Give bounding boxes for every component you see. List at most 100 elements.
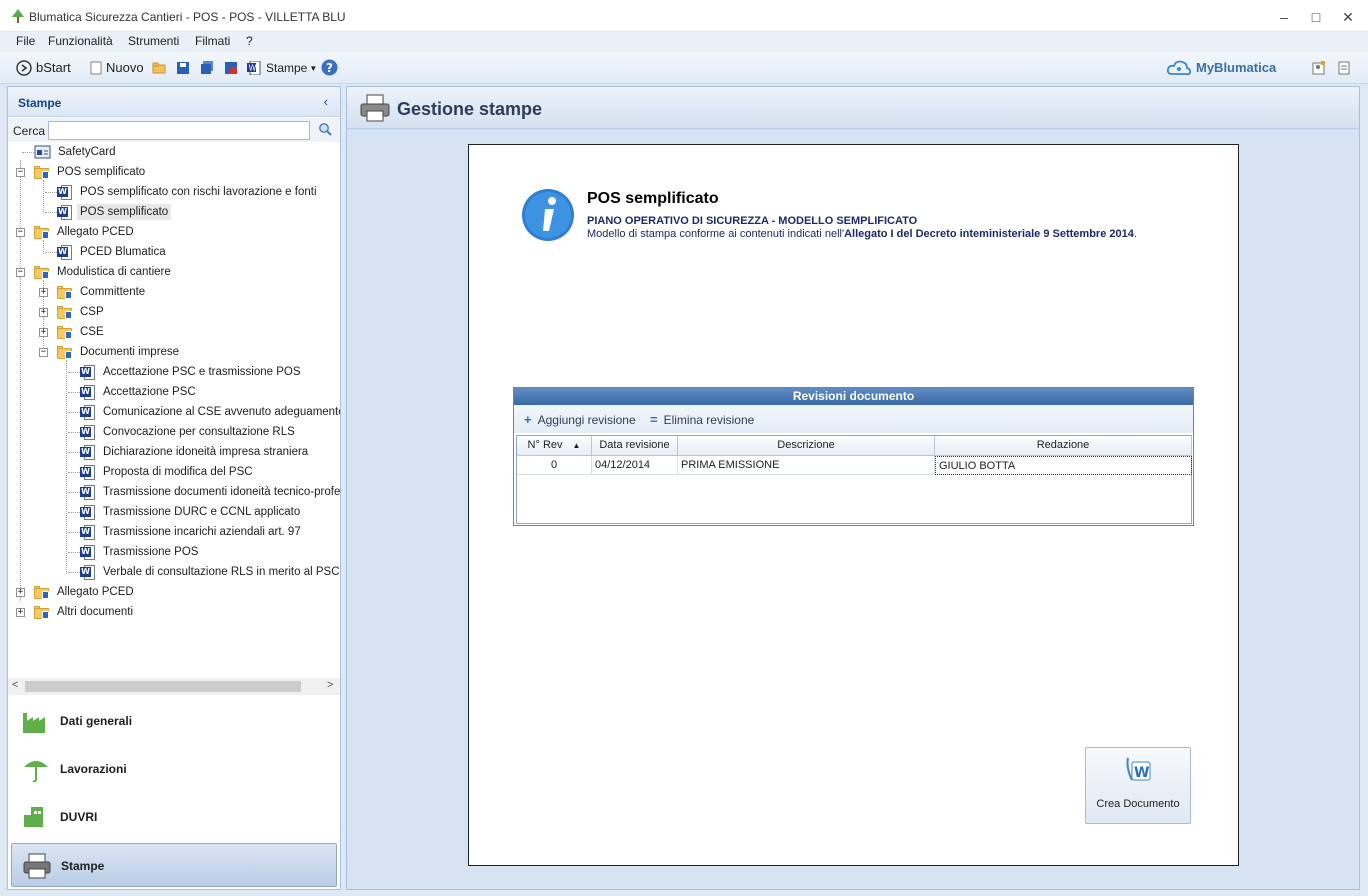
search-row: Cerca xyxy=(8,118,340,142)
tree-item-doc[interactable]: W Convocazione per consultazione RLS xyxy=(80,422,298,442)
tree-item-doc[interactable]: W Trasmissione incarichi aziendali art. … xyxy=(80,522,304,542)
collapse-toggle[interactable]: − xyxy=(16,228,25,237)
dropdown-arrow-icon: ▼ xyxy=(309,63,318,73)
tree-folder-allegato-pced-2[interactable]: Allegato PCED xyxy=(34,582,137,602)
tree-item-safetycard[interactable]: SafetyCard xyxy=(34,142,119,162)
scroll-left-icon[interactable]: < xyxy=(12,679,18,691)
folder-icon xyxy=(34,165,51,180)
save-all-icon[interactable] xyxy=(200,61,214,75)
open-folder-icon[interactable] xyxy=(152,61,166,75)
app-tree-icon xyxy=(12,9,24,23)
tree-item-doc[interactable]: W Accettazione PSC xyxy=(80,382,199,402)
tree-item-doc[interactable]: W Dichiarazione idoneità impresa stranie… xyxy=(80,442,311,462)
menu-filmati[interactable]: Filmati xyxy=(195,34,230,48)
tree-item-doc[interactable]: W Trasmissione POS xyxy=(80,542,201,562)
main-header: Gestione stampe xyxy=(347,87,1359,129)
collapse-toggle[interactable]: − xyxy=(16,168,25,177)
column-header-redazione[interactable]: Redazione xyxy=(935,436,1192,456)
delete-revision-button[interactable]: = Elimina revisione xyxy=(650,412,754,427)
expand-toggle[interactable]: + xyxy=(16,608,25,617)
tree-folder-documenti-imprese[interactable]: Documenti imprese xyxy=(57,342,182,362)
word-doc-icon: W xyxy=(80,464,96,480)
search-icon[interactable] xyxy=(318,122,332,136)
cell-redazione-editing[interactable]: GIULIO BOTTA xyxy=(935,456,1192,475)
settings-page-icon[interactable] xyxy=(1337,61,1351,75)
cell-nrev[interactable]: 0 xyxy=(517,456,592,475)
column-header-data[interactable]: Data revisione xyxy=(592,436,678,456)
word-create-icon: W xyxy=(1126,757,1151,781)
menu-file[interactable]: File xyxy=(16,34,35,48)
folder-icon xyxy=(34,585,51,600)
tree-item-pos-semplificato-selected[interactable]: W POS semplificato xyxy=(57,202,172,222)
tree-item-doc[interactable]: W Trasmissione documenti idoneità tecnic… xyxy=(80,482,340,502)
collapse-toggle[interactable]: − xyxy=(39,348,48,357)
search-input[interactable] xyxy=(48,121,310,140)
stampe-dropdown[interactable]: Stampe ▼ xyxy=(266,61,317,75)
tree-folder-allegato-pced[interactable]: Allegato PCED xyxy=(34,222,137,242)
myblumatica-brand[interactable]: MyBlumatica xyxy=(1196,60,1276,75)
title-bar: Blumatica Sicurezza Cantieri - POS - POS… xyxy=(0,0,1368,32)
tree-item-pos-rischi[interactable]: W POS semplificato con rischi lavorazion… xyxy=(57,182,320,202)
tree-item-doc[interactable]: W Accettazione PSC e trasmissione POS xyxy=(80,362,304,382)
minimize-button[interactable]: – xyxy=(1270,6,1298,28)
cell-descrizione[interactable]: PRIMA EMISSIONE xyxy=(678,456,935,475)
word-doc-icon: W xyxy=(80,424,96,440)
nav-dati-generali[interactable]: Dati generali xyxy=(11,699,337,743)
tree-folder-altri-documenti[interactable]: Altri documenti xyxy=(34,602,136,622)
window-title: Blumatica Sicurezza Cantieri - POS - POS… xyxy=(29,10,346,24)
bstart-button[interactable]: bStart xyxy=(36,60,71,75)
expand-toggle[interactable]: + xyxy=(39,308,48,317)
add-revision-button[interactable]: + Aggiungi revisione xyxy=(524,412,636,427)
menu-help[interactable]: ? xyxy=(246,34,253,48)
tree-item-doc[interactable]: W Proposta di modifica del PSC xyxy=(80,462,256,482)
sort-ascending-icon: ▲ xyxy=(572,441,581,450)
svg-text:W: W xyxy=(1134,765,1149,781)
cell-data[interactable]: 04/12/2014 xyxy=(592,456,678,475)
tree-folder-cse[interactable]: CSE xyxy=(57,322,107,342)
tree-folder-modulistica[interactable]: Modulistica di cantiere xyxy=(34,262,174,282)
save-close-icon[interactable] xyxy=(224,61,238,75)
word-doc-icon: W xyxy=(80,364,96,380)
tree-folder-committente[interactable]: Committente xyxy=(57,282,148,302)
column-header-nrev[interactable]: N° Rev ▲ xyxy=(517,436,592,456)
tree-folder-csp[interactable]: CSP xyxy=(57,302,107,322)
collapse-toggle[interactable]: − xyxy=(16,268,25,277)
nav-lavorazioni[interactable]: Lavorazioni xyxy=(11,747,337,791)
menu-strumenti[interactable]: Strumenti xyxy=(128,34,179,48)
expand-toggle[interactable]: + xyxy=(16,588,25,597)
nav-duvri[interactable]: DUVRI xyxy=(11,795,337,839)
tree-item-label: CSE xyxy=(80,326,104,338)
tree-item-doc[interactable]: W Trasmissione DURC e CCNL applicato xyxy=(80,502,303,522)
tree-item-label: POS semplificato con rischi lavorazione … xyxy=(80,186,317,198)
stampe-tree: SafetyCard − POS semplificato W POS semp… xyxy=(8,142,340,678)
tree-item-label: Convocazione per consultazione RLS xyxy=(103,426,295,438)
save-icon[interactable] xyxy=(176,61,190,75)
tree-item-doc[interactable]: W Verbale di consultazione RLS in merito… xyxy=(80,562,340,582)
tree-item-pced-blumatica[interactable]: W PCED Blumatica xyxy=(57,242,169,262)
tree-item-label: POS semplificato xyxy=(77,204,172,220)
tree-item-label: Trasmissione documenti idoneità tecnico-… xyxy=(103,486,340,498)
help-icon[interactable]: ? xyxy=(321,59,338,76)
tree-folder-pos-semplificato[interactable]: POS semplificato xyxy=(34,162,148,182)
nuovo-button[interactable]: Nuovo xyxy=(106,60,144,75)
create-document-button[interactable]: W Crea Documento xyxy=(1085,747,1191,824)
maximize-button[interactable]: □ xyxy=(1302,6,1330,28)
menu-funzionalita[interactable]: Funzionalità xyxy=(48,34,113,48)
tree-item-label: Verbale di consultazione RLS in merito a… xyxy=(103,566,340,578)
scroll-thumb[interactable] xyxy=(25,681,301,692)
collapse-panel-icon[interactable]: ‹ xyxy=(324,94,328,109)
scroll-right-icon[interactable]: > xyxy=(327,679,333,691)
nav-stampe[interactable]: Stampe xyxy=(11,843,337,887)
cloud-icon xyxy=(1166,60,1192,76)
tree-item-doc[interactable]: W Comunicazione al CSE avvenuto adeguame… xyxy=(80,402,340,422)
expand-toggle[interactable]: + xyxy=(39,328,48,337)
expand-toggle[interactable]: + xyxy=(39,288,48,297)
column-header-descrizione[interactable]: Descrizione xyxy=(678,436,935,456)
tree-horizontal-scrollbar[interactable]: < > xyxy=(8,678,340,695)
word-doc-icon: W xyxy=(80,504,96,520)
revisions-grid[interactable]: N° Rev ▲ Data revisione Descrizione Redaz… xyxy=(516,435,1192,524)
word-doc-icon: W xyxy=(80,484,96,500)
user-add-icon[interactable] xyxy=(1312,61,1326,75)
factory-icon xyxy=(23,713,45,733)
close-button[interactable]: ✕ xyxy=(1334,6,1362,28)
